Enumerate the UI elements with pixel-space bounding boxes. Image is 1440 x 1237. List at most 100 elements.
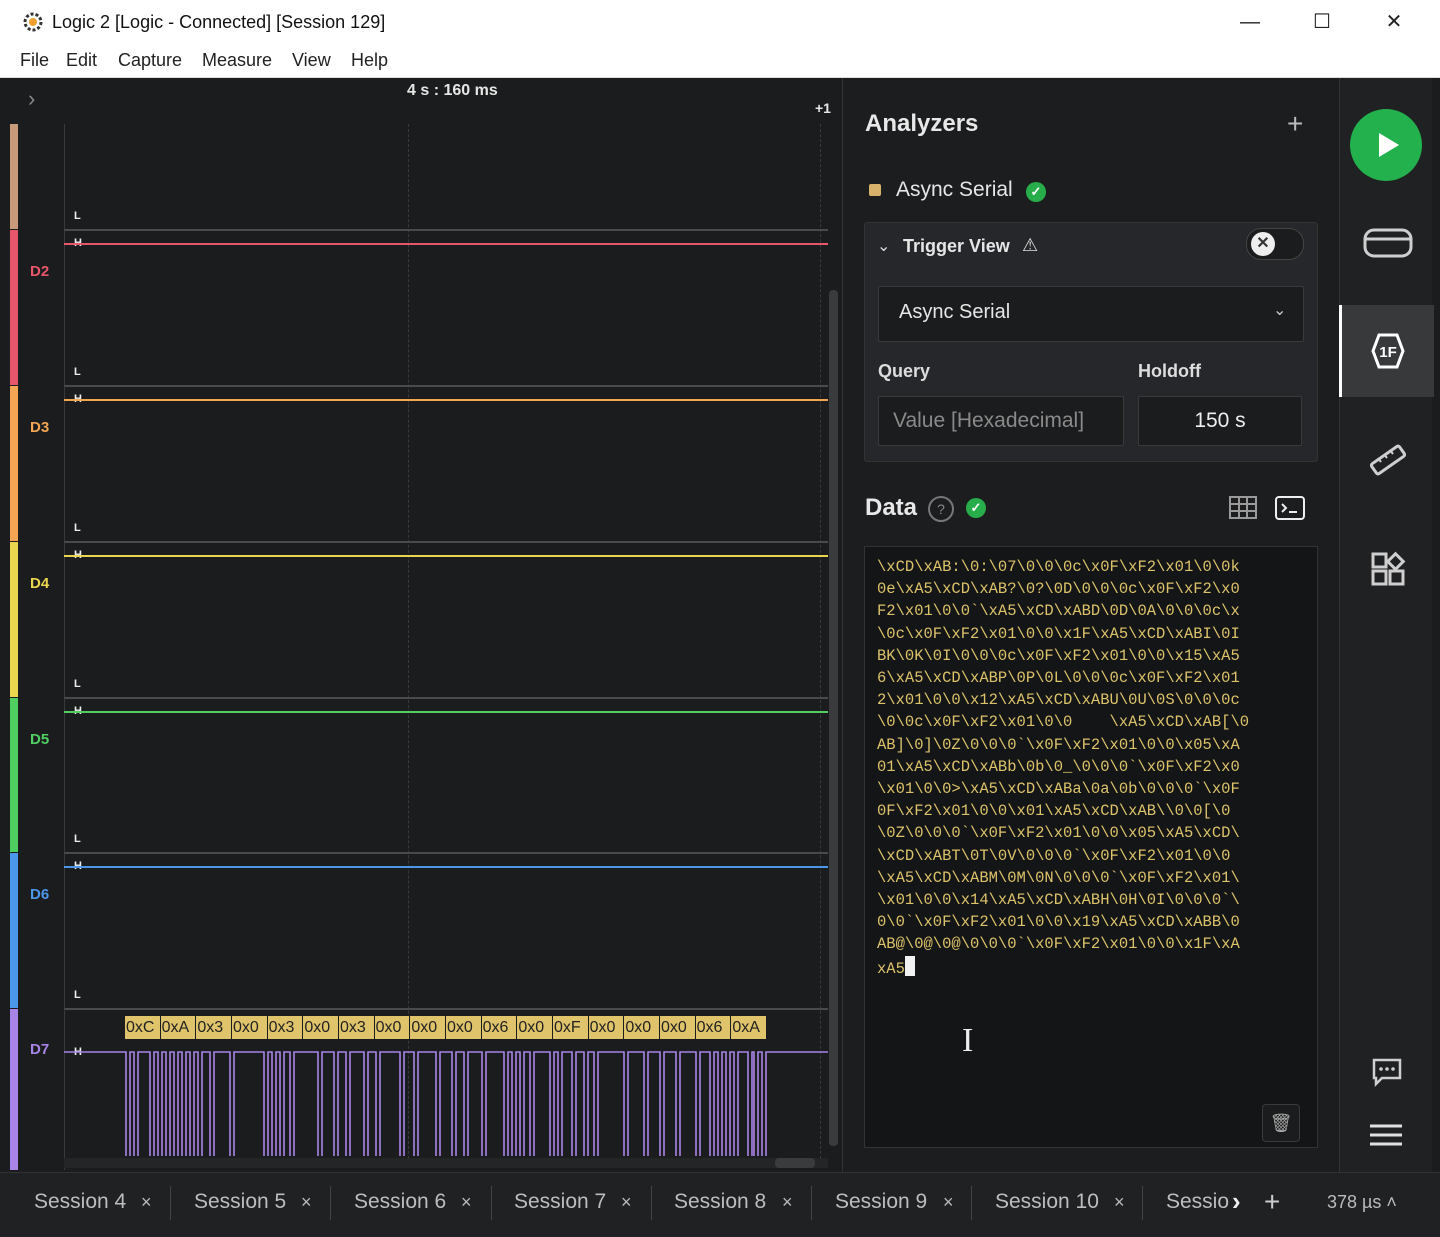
- trash-icon[interactable]: 🗑: [1262, 1104, 1300, 1142]
- add-analyzer-button[interactable]: +: [1287, 108, 1303, 140]
- maximize-button[interactable]: ☐: [1299, 6, 1345, 38]
- play-icon[interactable]: [1350, 109, 1422, 181]
- analyzer-item-name[interactable]: Async Serial: [896, 178, 1013, 202]
- terminal-line: \x01\0\0>\xA5\xCD\xABa\0a\0b\0\0\0`\x0F: [877, 780, 1240, 799]
- channel-label-column[interactable]: [18, 230, 65, 385]
- query-label: Query: [878, 361, 931, 381]
- menu-capture[interactable]: Capture: [118, 50, 182, 71]
- menu-view[interactable]: View: [292, 50, 331, 71]
- session-tab[interactable]: Session 6: [354, 1190, 446, 1214]
- session-tab[interactable]: Session 7: [514, 1190, 606, 1214]
- analyzer-1f-icon[interactable]: 1F: [1365, 330, 1411, 372]
- channel-separator: [64, 697, 828, 699]
- terminal-line: 6\xA5\xCD\xABP\0P\0L\0\0\0c\x0F\xF2\x01: [877, 669, 1240, 688]
- data-title: Data: [865, 494, 918, 521]
- tab-close-icon[interactable]: ×: [301, 1192, 312, 1213]
- channel-signal-line: [64, 243, 828, 245]
- terminal-view-icon[interactable]: [1274, 494, 1306, 522]
- tab-divider: [491, 1186, 492, 1220]
- terminal-line: \xCD\xABT\0T\0V\0\0\0`\x0F\xF2\x01\0\0: [877, 846, 1231, 865]
- trigger-view-title[interactable]: Trigger View: [903, 236, 1010, 257]
- toggle-off-icon[interactable]: ✕: [1251, 232, 1275, 256]
- channel-label-column[interactable]: [18, 698, 65, 852]
- session-tab[interactable]: Session 4: [34, 1190, 126, 1214]
- low-marker: L: [74, 522, 81, 534]
- terminal-caret: [904, 955, 915, 976]
- channel-separator: [64, 852, 828, 854]
- horizontal-scroll-thumb[interactable]: [775, 1158, 815, 1168]
- terminal-line: \0Z\0\0\0`\x0F\xF2\x01\0\0\x05\xA5\xCD\: [877, 824, 1240, 843]
- analyzer-color-swatch[interactable]: [869, 184, 881, 196]
- tab-close-icon[interactable]: ×: [782, 1192, 793, 1213]
- horizontal-scrollbar[interactable]: [64, 1158, 828, 1168]
- channel-name-d7[interactable]: D7: [30, 1041, 49, 1058]
- channel-color-strip: [10, 1009, 18, 1170]
- tab-close-icon[interactable]: ×: [461, 1192, 472, 1213]
- holdoff-input[interactable]: [1138, 396, 1302, 446]
- minimize-button[interactable]: —: [1227, 6, 1273, 38]
- terminal-line: \xCD\xAB:\0:\07\0\0\0c\x0F\xF2\x01\0\0k: [877, 558, 1240, 576]
- channel-name-d4[interactable]: D4: [30, 575, 49, 592]
- terminal-output[interactable]: \xCD\xAB:\0:\07\0\0\0c\x0F\xF2\x01\0\0k …: [877, 556, 1297, 980]
- chevron-down-icon[interactable]: ⌄: [877, 236, 890, 256]
- ruler-icon[interactable]: [1367, 440, 1409, 482]
- d7-waveform: [64, 1051, 828, 1156]
- menu-edit[interactable]: Edit: [66, 50, 97, 71]
- channel-name-d6[interactable]: D6: [30, 886, 49, 903]
- device-icon[interactable]: [1362, 226, 1414, 260]
- session-tab[interactable]: Session 8: [674, 1190, 766, 1214]
- channel-name-d2[interactable]: D2: [30, 263, 49, 280]
- d7-signal-path: [64, 1051, 828, 1156]
- channel-label-column[interactable]: [18, 1009, 65, 1170]
- hamburger-menu-icon[interactable]: [1368, 1122, 1404, 1148]
- terminal-line: 01\xA5\xCD\xABb\0b\0_\0\0\0`\x0F\xF2\x0: [877, 757, 1240, 776]
- add-session-button[interactable]: +: [1264, 1186, 1280, 1218]
- low-marker: L: [74, 989, 81, 1001]
- start-capture-button[interactable]: [1350, 109, 1422, 181]
- tab-close-icon[interactable]: ×: [1114, 1192, 1125, 1213]
- terminal-line: 0\0`\x0F\xF2\x01\0\0\x19\xA5\xCD\xABB\0: [877, 913, 1240, 932]
- menu-file[interactable]: File: [20, 50, 49, 71]
- extensions-icon[interactable]: [1369, 550, 1407, 588]
- channel-color-strip: [10, 698, 18, 852]
- channel-signal-line: [64, 711, 828, 713]
- text-cursor-icon: I: [962, 1022, 974, 1059]
- channel-color-strip: [10, 853, 18, 1008]
- channel-name-d5[interactable]: D5: [30, 731, 49, 748]
- tab-close-icon[interactable]: ×: [943, 1192, 954, 1213]
- zoom-level[interactable]: 378 µs ˄: [1327, 1192, 1397, 1213]
- terminal-line: 0e\xA5\xCD\xAB?\0?\0D\0\0\0c\x0F\xF2\x0: [877, 580, 1240, 599]
- channel-label-column[interactable]: [18, 124, 65, 229]
- menu-help[interactable]: Help: [351, 50, 388, 71]
- zoom-value: 378 µs: [1327, 1192, 1382, 1212]
- feedback-chat-icon[interactable]: [1370, 1056, 1404, 1088]
- help-icon[interactable]: ?: [928, 496, 954, 522]
- low-marker: L: [74, 210, 81, 222]
- menu-measure[interactable]: Measure: [202, 50, 272, 71]
- expand-chevron-icon[interactable]: ›: [28, 86, 52, 114]
- chevron-down-icon[interactable]: ⌄: [1273, 300, 1286, 320]
- channel-label-column[interactable]: [18, 542, 65, 697]
- channel-color-strip: [10, 386, 18, 541]
- tab-divider: [651, 1186, 652, 1220]
- terminal-line: 2\x01\0\0\x12\xA5\xCD\xABU\0U\0S\0\0\0c: [877, 691, 1240, 710]
- channel-signal-line: [64, 555, 828, 557]
- terminal-line: \0c\x0F\xF2\x01\0\0\x1F\xA5\xCD\xABI\0I: [877, 624, 1240, 643]
- low-marker: L: [74, 833, 81, 845]
- session-tab[interactable]: Session 9: [835, 1190, 927, 1214]
- low-marker: L: [74, 678, 81, 690]
- tab-close-icon[interactable]: ×: [141, 1192, 152, 1213]
- query-input[interactable]: [878, 396, 1124, 446]
- tab-close-icon[interactable]: ×: [621, 1192, 632, 1213]
- close-button[interactable]: ✕: [1371, 6, 1417, 38]
- channel-label-column[interactable]: [18, 853, 65, 1008]
- channel-name-d3[interactable]: D3: [30, 419, 49, 436]
- session-tab[interactable]: Sessio: [1166, 1190, 1232, 1214]
- chevron-right-icon[interactable]: ›: [1232, 1186, 1241, 1217]
- vertical-scrollbar[interactable]: [829, 290, 838, 1146]
- channel-label-column[interactable]: [18, 386, 65, 541]
- session-tab[interactable]: Session 10: [995, 1190, 1099, 1214]
- trigger-analyzer-value[interactable]: Async Serial: [899, 301, 1010, 324]
- session-tab[interactable]: Session 5: [194, 1190, 286, 1214]
- table-view-icon[interactable]: [1228, 494, 1258, 522]
